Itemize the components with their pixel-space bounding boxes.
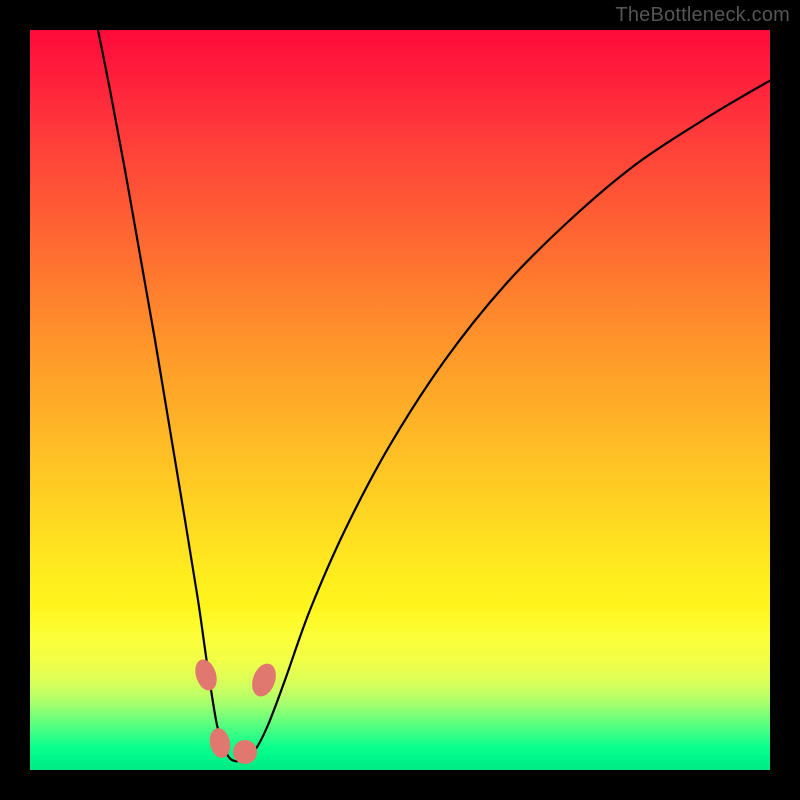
chart-frame: TheBottleneck.com (0, 0, 800, 800)
curve-bead (233, 740, 257, 764)
gradient-plot-area (30, 30, 770, 770)
curve-svg (30, 30, 770, 770)
watermark-text: TheBottleneck.com (615, 4, 790, 27)
curve-bead (248, 660, 280, 699)
curve-bead (192, 657, 221, 694)
curve-beads-group (192, 657, 281, 764)
curve-bead (207, 726, 233, 760)
bottleneck-curve (96, 20, 775, 761)
